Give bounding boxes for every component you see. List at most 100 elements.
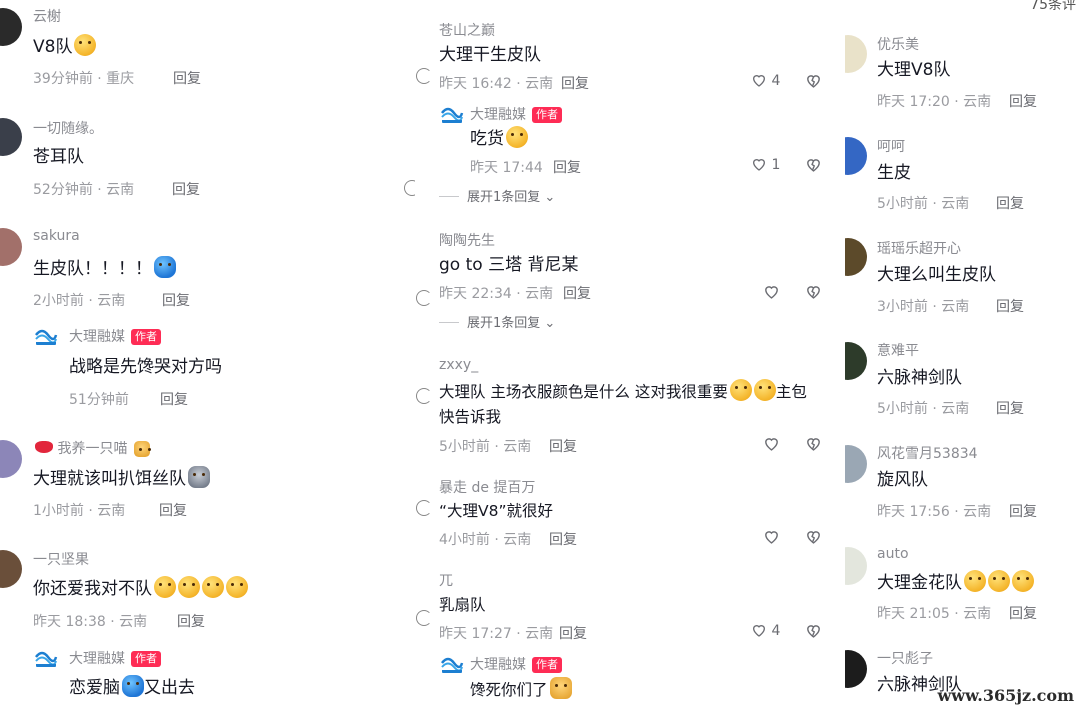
comment-text: “大理V8”就很好 xyxy=(439,502,554,520)
reply-button[interactable]: 回复 xyxy=(160,389,188,409)
author-name: 大理融媒 xyxy=(69,329,125,345)
comment-username[interactable]: 大理融媒 作者 xyxy=(470,104,562,124)
comment-username[interactable]: 大理融媒 作者 xyxy=(470,654,562,674)
author-badge: 作者 xyxy=(532,107,562,123)
avatar[interactable] xyxy=(845,137,867,175)
expand-replies-button[interactable]: 展开1条回复 ⌄ xyxy=(439,186,555,205)
avatar-edge xyxy=(416,68,432,84)
comment-username[interactable]: 意难平 xyxy=(877,340,919,360)
expand-label: 展开1条回复 xyxy=(467,190,541,205)
author-logo-avatar[interactable] xyxy=(33,645,59,671)
emoji-icon xyxy=(74,34,97,56)
like-icon[interactable] xyxy=(763,435,780,452)
expand-replies-button[interactable]: 展开1条回复 ⌄ xyxy=(439,312,555,331)
author-logo-avatar[interactable] xyxy=(33,323,59,349)
emoji-icon xyxy=(122,675,144,697)
comment-username[interactable]: 陶陶先生 xyxy=(439,230,495,250)
reply-button[interactable]: 回复 xyxy=(1009,603,1037,623)
dislike-icon[interactable] xyxy=(805,283,822,300)
comment-username[interactable]: 呵呵 xyxy=(877,136,905,156)
divider xyxy=(439,196,459,197)
comment-username[interactable]: 风花雪月53834 xyxy=(877,443,978,463)
comment-username[interactable]: 优乐美 xyxy=(877,34,919,54)
like-button[interactable]: 4 xyxy=(751,72,780,89)
comment-text-line2: 快告诉我 xyxy=(439,408,502,426)
avatar[interactable] xyxy=(0,440,22,478)
comment-text-content: 馋死你们了 xyxy=(470,681,548,699)
dislike-icon[interactable] xyxy=(805,156,822,173)
reply-button[interactable]: 回复 xyxy=(996,193,1024,213)
comment-username[interactable]: 苍山之巅 xyxy=(439,20,495,40)
avatar[interactable] xyxy=(0,8,22,46)
comment-username[interactable]: zxxy_ xyxy=(439,357,478,373)
reply-button[interactable]: 回复 xyxy=(177,611,205,631)
emoji-icon xyxy=(226,576,248,598)
comment-column-left: 云榭 V8队 39分钟前 · 重庆 回复 一切随缘。 苍耳队 52分钟前 · 云… xyxy=(0,0,415,711)
emoji-icon xyxy=(1012,570,1034,592)
dislike-icon[interactable] xyxy=(805,72,822,89)
reply-button[interactable]: 回复 xyxy=(553,157,581,177)
comment-username[interactable]: 暴走 de 提百万 xyxy=(439,477,535,497)
reply-button[interactable]: 回复 xyxy=(162,290,190,310)
reply-button[interactable]: 回复 xyxy=(1009,501,1037,521)
reply-button[interactable]: 回复 xyxy=(549,529,577,549)
comment-username[interactable]: 瑶瑶乐超开心 xyxy=(877,238,961,258)
comment-username[interactable]: 一只坚果 xyxy=(33,549,89,569)
comment-time-location: 52分钟前 · 云南 xyxy=(33,182,135,198)
avatar[interactable] xyxy=(845,342,867,380)
reply-button[interactable]: 回复 xyxy=(172,179,200,199)
reply-button[interactable]: 回复 xyxy=(159,500,187,520)
reply-button[interactable]: 回复 xyxy=(561,73,589,93)
author-logo-avatar[interactable] xyxy=(439,651,465,677)
avatar[interactable] xyxy=(845,650,867,688)
reply-button[interactable]: 回复 xyxy=(173,68,201,88)
reply-button[interactable]: 回复 xyxy=(996,296,1024,316)
author-badge: 作者 xyxy=(131,651,161,667)
brand-logo-icon xyxy=(441,657,464,673)
comment-time: 昨天 17:44 xyxy=(470,160,543,176)
comment-text: 战略是先馋哭对方吗 xyxy=(69,357,222,377)
comment-text: 大理金花队 xyxy=(877,570,1034,595)
avatar[interactable] xyxy=(845,35,867,73)
avatar[interactable] xyxy=(0,118,22,156)
avatar[interactable] xyxy=(0,550,22,588)
comment-text: 你还爱我对不队 xyxy=(33,576,248,601)
dislike-icon[interactable] xyxy=(805,622,822,639)
comment-username[interactable]: sakura xyxy=(33,228,80,244)
dislike-icon[interactable] xyxy=(805,528,822,545)
comment-username[interactable]: 云榭 xyxy=(33,6,61,26)
comment-text: 旋风队 xyxy=(877,470,928,490)
avatar[interactable] xyxy=(845,547,867,585)
chevron-down-icon: ⌄ xyxy=(544,190,556,205)
chevron-down-icon: ⌄ xyxy=(544,316,556,331)
avatar[interactable] xyxy=(845,238,867,276)
reply-button[interactable]: 回复 xyxy=(563,283,591,303)
reply-button[interactable]: 回复 xyxy=(1009,91,1037,111)
avatar-edge xyxy=(416,388,432,404)
comment-username[interactable]: 一切随缘。 xyxy=(33,118,103,138)
like-icon-partial[interactable] xyxy=(404,180,415,196)
comment-text: 大理就该叫扒饵丝队 xyxy=(33,466,210,491)
avatar[interactable] xyxy=(0,228,22,266)
reply-button[interactable]: 回复 xyxy=(559,623,587,643)
author-logo-avatar[interactable] xyxy=(439,101,465,127)
comment-username[interactable]: 大理融媒 作者 xyxy=(69,326,161,346)
avatar[interactable] xyxy=(845,445,867,483)
comment-username[interactable]: 兀 xyxy=(439,570,453,590)
comment-text-content: 大理金花队 xyxy=(877,573,962,593)
reply-button[interactable]: 回复 xyxy=(996,398,1024,418)
like-icon[interactable] xyxy=(763,283,780,300)
like-button[interactable]: 4 xyxy=(751,622,780,639)
comment-text: 生皮 xyxy=(877,163,911,183)
comment-username[interactable]: auto xyxy=(877,546,909,562)
comment-username[interactable]: 我养一只喵 xyxy=(33,438,150,458)
comment-text-content: 主包 xyxy=(775,383,807,401)
dislike-icon[interactable] xyxy=(805,435,822,452)
reply-button[interactable]: 回复 xyxy=(549,436,577,456)
like-icon[interactable] xyxy=(763,528,780,545)
comment-username[interactable]: 大理融媒 作者 xyxy=(69,648,161,668)
like-button[interactable]: 1 xyxy=(751,156,780,173)
comment-text: 大理干生皮队 xyxy=(439,45,541,65)
comment-username[interactable]: 一只彪子 xyxy=(877,648,933,668)
lips-icon xyxy=(35,441,53,453)
